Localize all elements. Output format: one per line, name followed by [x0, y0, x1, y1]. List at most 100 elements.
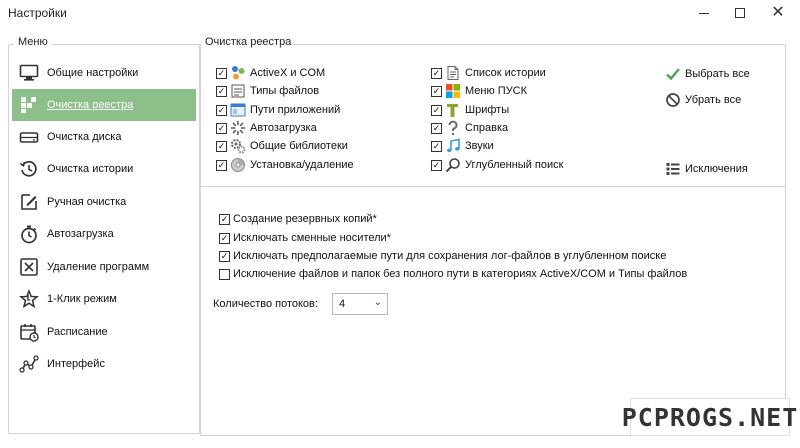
menu-legend: Меню	[14, 36, 52, 48]
checkbox[interactable]: ✓	[431, 122, 442, 134]
uninstall-icon	[18, 256, 40, 278]
activex-icon	[230, 65, 246, 81]
select-all-label: Выбрать все	[685, 68, 750, 80]
threads-select[interactable]: 4 ⌄	[332, 293, 388, 315]
menu-item-autostart[interactable]: Автозагрузка	[12, 218, 196, 250]
libraries-icon	[230, 138, 246, 154]
category-label: ActiveX и COM	[250, 67, 326, 79]
star-icon	[18, 288, 40, 310]
category-label: Шрифты	[465, 104, 510, 116]
menu-item-schedule[interactable]: Расписание	[12, 316, 196, 348]
minimize-button[interactable]	[686, 0, 722, 26]
menu-item-interface[interactable]: Интерфейс	[12, 348, 196, 380]
list-icon	[664, 160, 682, 178]
window-title: Настройки	[8, 6, 67, 20]
checkbox[interactable]: ✓	[431, 85, 442, 97]
deselect-all-button[interactable]: Убрать все	[664, 90, 741, 110]
menu-item-label: Ручная очистка	[47, 196, 127, 208]
menu-item-label: Очистка истории	[47, 163, 134, 175]
checkbox[interactable]: ✓	[216, 122, 227, 134]
fonts-icon	[445, 102, 461, 118]
deep-search-icon	[445, 157, 461, 173]
menu-item-label: 1-Клик режим	[47, 293, 117, 305]
category-deep-search[interactable]: ✓ Углубленный поиск	[431, 156, 563, 174]
minimize-icon	[699, 12, 709, 14]
checkbox[interactable]: ✓	[219, 232, 230, 244]
checkbox[interactable]: ✓	[216, 159, 227, 171]
category-label: Углубленный поиск	[465, 159, 564, 171]
threads-label: Количество потоков:	[213, 298, 318, 310]
checkbox[interactable]: ✓	[216, 85, 227, 97]
category-label: Автозагрузка	[250, 122, 317, 134]
close-icon: ✕	[771, 4, 785, 21]
menu-item-one-click[interactable]: 1-Клик режим	[12, 283, 196, 315]
checkbox[interactable]: ✓	[431, 140, 442, 152]
category-start-menu[interactable]: ✓ Меню ПУСК	[431, 82, 527, 100]
menu-item-history[interactable]: Очистка истории	[12, 153, 196, 185]
checkbox[interactable]: ✓	[431, 67, 442, 79]
category-help[interactable]: ✓ Справка	[431, 119, 508, 137]
category-label: Пути приложений	[250, 104, 341, 116]
category-label: Справка	[465, 122, 509, 134]
category-file-types[interactable]: ✓ Типы файлов	[216, 82, 319, 100]
select-all-button[interactable]: Выбрать все	[664, 64, 750, 84]
startup-icon	[230, 120, 246, 136]
exclusions-button[interactable]: Исключения	[664, 159, 748, 179]
history-icon	[18, 158, 40, 180]
category-activex[interactable]: ✓ ActiveX и COM	[216, 64, 325, 82]
history-list-icon	[445, 65, 461, 81]
category-app-paths[interactable]: ✓ Пути приложений	[216, 101, 340, 119]
menu-item-uninstall[interactable]: Удаление программ	[12, 251, 196, 283]
category-fonts[interactable]: ✓ Шрифты	[431, 101, 509, 119]
category-sounds[interactable]: ✓ Звуки	[431, 137, 494, 155]
watermark: PCPROGS.NET	[622, 398, 797, 436]
category-label: Звуки	[465, 140, 494, 152]
menu-item-disk[interactable]: Очистка диска	[12, 121, 196, 153]
category-label: Общие библиотеки	[250, 140, 348, 152]
section-divider	[200, 186, 786, 187]
category-label: Типы файлов	[250, 85, 320, 97]
help-icon	[445, 120, 461, 136]
menu-item-general[interactable]: Общие настройки	[12, 57, 196, 89]
option-log-paths[interactable]: ✓ Исключать предполагаемые пути для сохр…	[219, 247, 666, 265]
checkbox[interactable]: ✓	[431, 104, 442, 116]
category-libraries[interactable]: ✓ Общие библиотеки	[216, 137, 348, 155]
checkbox[interactable]: ✓	[216, 140, 227, 152]
maximize-button[interactable]	[722, 0, 758, 26]
category-install[interactable]: ✓ Установка/удаление	[216, 156, 354, 174]
deselect-all-label: Убрать все	[685, 94, 742, 106]
app-paths-icon	[230, 102, 246, 118]
registry-legend: Очистка реестра	[202, 36, 295, 48]
menu-item-label: Очистка диска	[47, 131, 122, 143]
calendar-icon	[18, 321, 40, 343]
checkbox[interactable]: ✓	[216, 104, 227, 116]
category-startup[interactable]: ✓ Автозагрузка	[216, 119, 317, 137]
monitor-icon	[18, 62, 40, 84]
menu-item-label: Очистка реестра	[47, 99, 134, 111]
option-no-full-path[interactable]: Исключение файлов и папок без полного пу…	[219, 265, 687, 283]
option-label: Исключение файлов и папок без полного пу…	[233, 268, 688, 280]
sounds-icon	[445, 138, 461, 154]
option-label: Исключать предполагаемые пути для сохран…	[233, 250, 667, 262]
option-label: Создание резервных копий*	[233, 213, 377, 225]
checkbox[interactable]: ✓	[216, 67, 227, 79]
category-history-list[interactable]: ✓ Список истории	[431, 64, 546, 82]
category-label: Установка/удаление	[250, 159, 354, 171]
close-button[interactable]: ✕	[760, 0, 796, 26]
checkbox[interactable]: ✓	[219, 213, 230, 225]
option-label: Исключать сменные носители*	[233, 232, 391, 244]
menu-item-registry[interactable]: Очистка реестра	[12, 89, 196, 121]
file-types-icon	[230, 83, 246, 99]
checkbox[interactable]	[219, 268, 230, 280]
interface-icon	[18, 353, 40, 375]
chevron-down-icon: ⌄	[373, 297, 382, 308]
option-backup[interactable]: ✓ Создание резервных копий*	[219, 210, 377, 228]
menu-item-manual[interactable]: Ручная очистка	[12, 186, 196, 218]
threads-value: 4	[339, 298, 346, 310]
option-removable-media[interactable]: ✓ Исключать сменные носители*	[219, 229, 391, 247]
disk-icon	[18, 126, 40, 148]
category-label: Список истории	[465, 67, 546, 79]
checkbox[interactable]: ✓	[219, 250, 230, 262]
checkbox[interactable]: ✓	[431, 159, 442, 171]
maximize-icon	[735, 8, 745, 18]
